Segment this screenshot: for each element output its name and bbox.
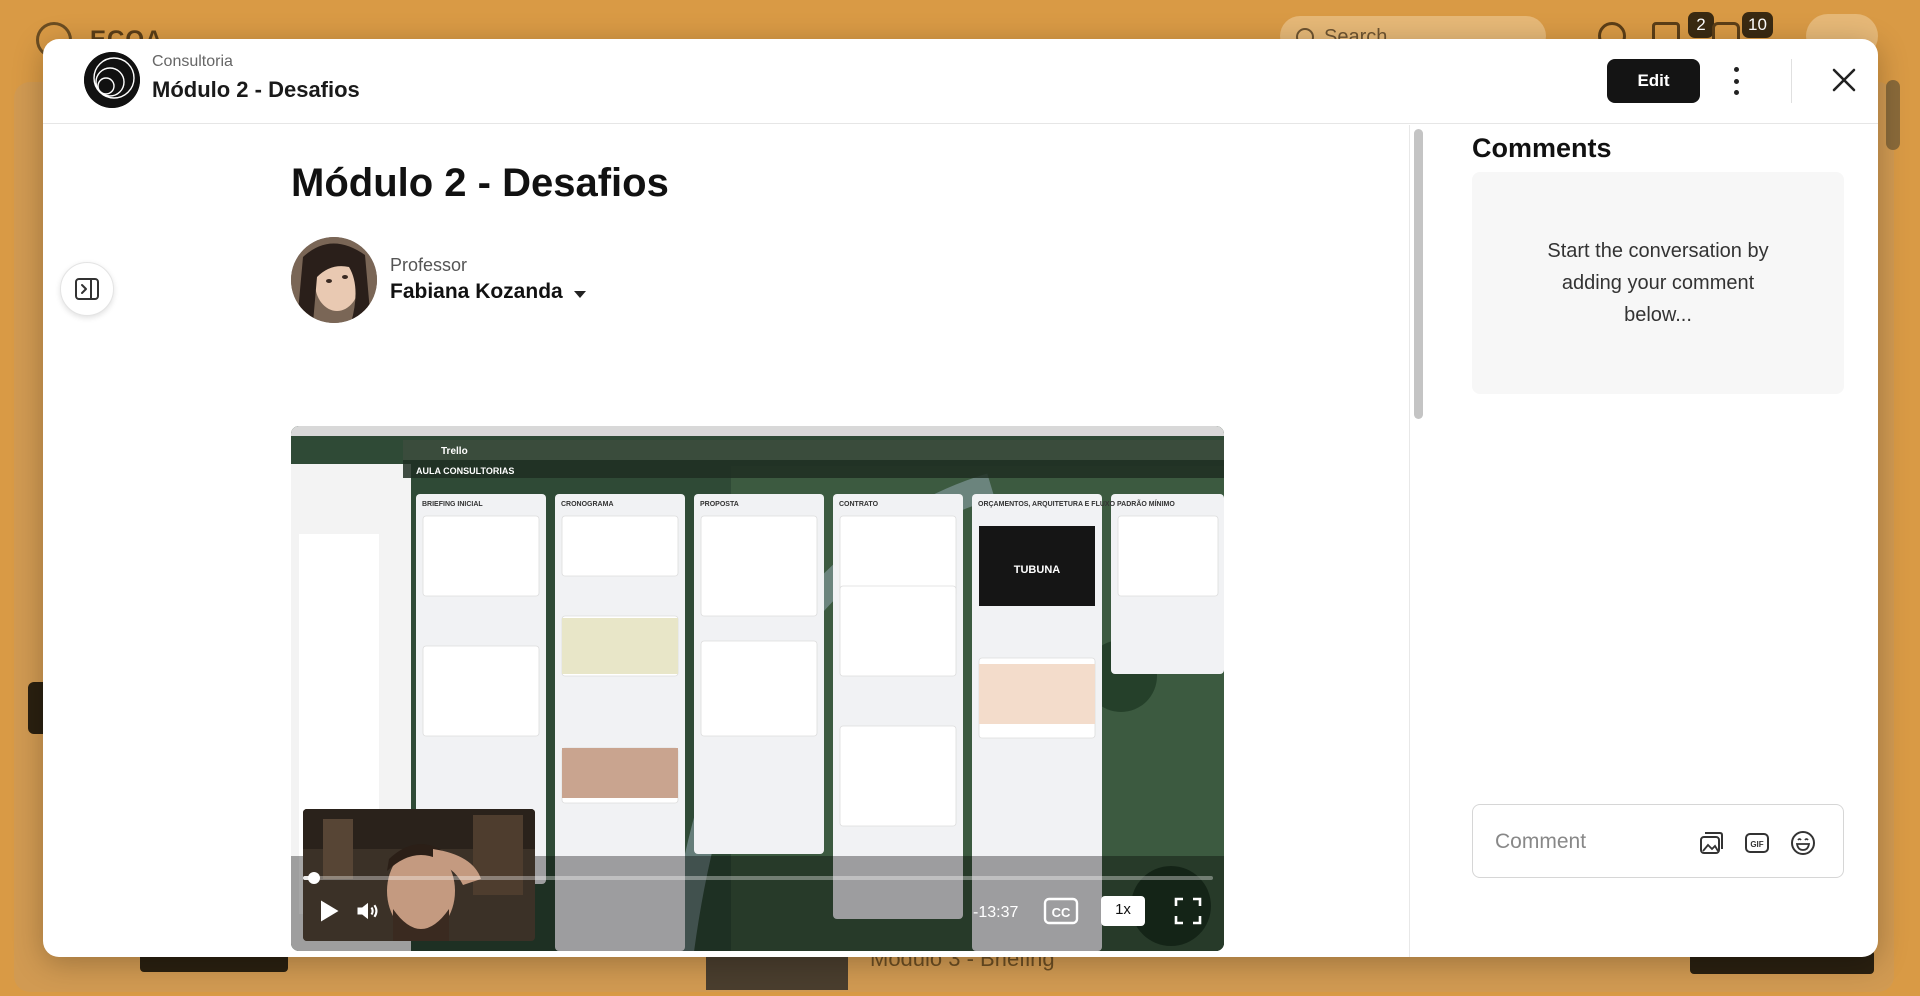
- video-progress-bar[interactable]: [303, 872, 1213, 884]
- video-time-remaining: -13:37: [973, 904, 1019, 921]
- video-column-label: PADRÃO MÍNIMO: [1117, 499, 1175, 508]
- chevron-down-icon[interactable]: [574, 291, 586, 298]
- header-divider: [1791, 59, 1792, 103]
- image-icon[interactable]: [1697, 829, 1725, 857]
- modal-header: Consultoria Módulo 2 - Desafios Edit: [43, 39, 1878, 124]
- lesson-modal: Consultoria Módulo 2 - Desafios Edit Mód…: [43, 39, 1878, 957]
- content-scrollbar[interactable]: [1409, 125, 1425, 957]
- video-column-label: BRIEFING INICIAL: [422, 501, 483, 508]
- play-icon[interactable]: [311, 894, 345, 928]
- messages-badge: 10: [1742, 12, 1773, 38]
- volume-icon[interactable]: [351, 894, 385, 928]
- modal-title: Módulo 2 - Desafios: [152, 77, 360, 102]
- content-scrollbar-thumb[interactable]: [1414, 129, 1423, 419]
- svg-text:CC: CC: [1052, 905, 1071, 920]
- video-column-label: CRONOGRAMA: [561, 501, 614, 508]
- comments-title: Comments: [1472, 133, 1612, 163]
- closed-captions-icon[interactable]: CC: [1043, 894, 1079, 928]
- lesson-content: Módulo 2 - Desafios Professor Fabiana Ko…: [43, 125, 1409, 957]
- more-vertical-icon[interactable]: [1731, 67, 1741, 95]
- lesson-title: Módulo 2 - Desafios: [291, 161, 669, 205]
- comments-empty-state: Start the conversation by adding your co…: [1472, 172, 1844, 394]
- instructor-avatar: [291, 237, 377, 323]
- svg-text:GIF: GIF: [1750, 840, 1763, 849]
- course-logo-icon: [84, 52, 140, 108]
- sidebar-toggle-icon[interactable]: [60, 262, 114, 316]
- emoji-icon[interactable]: [1789, 829, 1817, 857]
- video-player[interactable]: Trello AULA CONSULTORIAS BRIEFING INICIA…: [291, 426, 1224, 951]
- edit-button[interactable]: Edit: [1607, 59, 1700, 103]
- video-app-name: Trello: [441, 446, 468, 457]
- svg-text:TUBUNA: TUBUNA: [1014, 564, 1060, 576]
- comments-empty-text: Start the conversation by adding your co…: [1547, 240, 1769, 326]
- comments-panel: Comments Start the conversation by addin…: [1425, 125, 1878, 957]
- instructor-name[interactable]: Fabiana Kozanda: [390, 280, 563, 304]
- comment-composer: GIF: [1472, 804, 1844, 878]
- gif-icon[interactable]: GIF: [1743, 829, 1771, 857]
- course-label: Consultoria: [152, 53, 233, 70]
- page-scrollbar[interactable]: [1886, 80, 1900, 150]
- playback-speed-button[interactable]: 1x: [1101, 896, 1145, 926]
- comment-input[interactable]: [1495, 827, 1685, 857]
- instructor-role: Professor: [390, 255, 468, 275]
- video-board-title: AULA CONSULTORIAS: [416, 466, 514, 476]
- video-column-label: ORÇAMENTOS, ARQUITETURA E FLUXO: [978, 501, 1116, 508]
- video-column-label: CONTRATO: [839, 501, 879, 508]
- close-icon[interactable]: [1829, 65, 1859, 95]
- video-column-label: PROPOSTA: [700, 501, 739, 508]
- fullscreen-icon[interactable]: [1171, 894, 1205, 928]
- notifications-badge: 2: [1688, 12, 1714, 38]
